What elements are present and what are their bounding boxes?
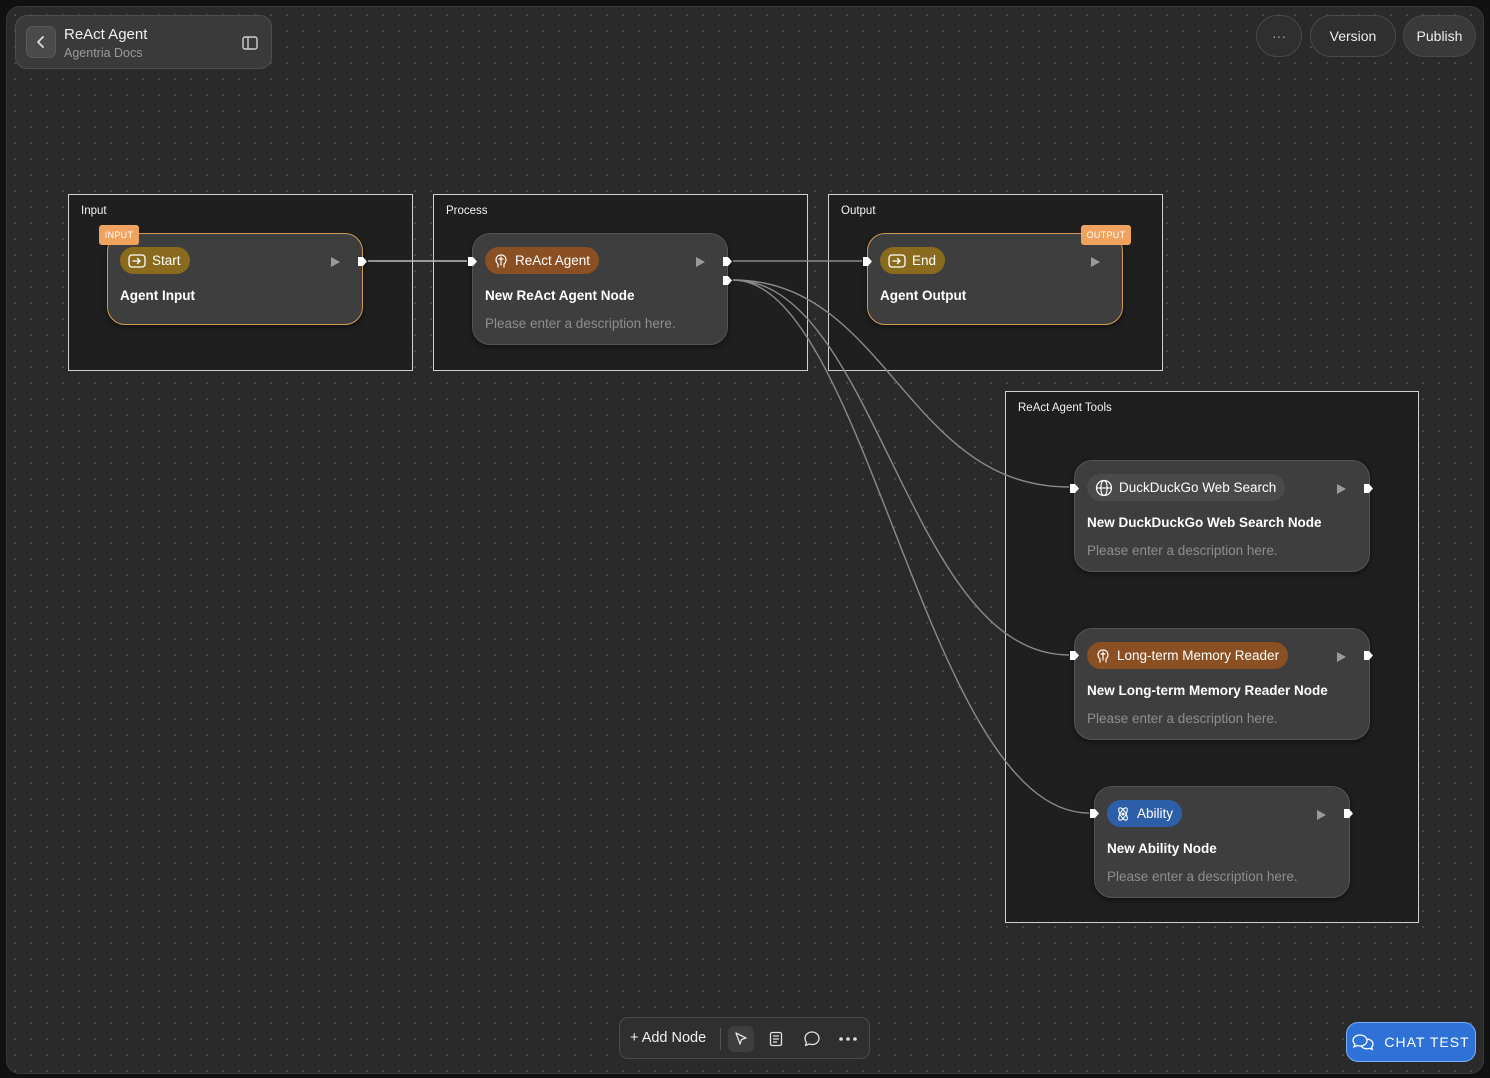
pill-label: Long-term Memory Reader: [1117, 648, 1280, 663]
node-react-agent[interactable]: ReAct Agent New ReAct Agent Node Please …: [472, 233, 728, 345]
node-duckduckgo-web-search[interactable]: DuckDuckGo Web Search New DuckDuckGo Web…: [1074, 460, 1370, 572]
tools-handle[interactable]: [722, 275, 733, 286]
node-title: New Ability Node: [1107, 841, 1217, 856]
chat-test-label: CHAT TEST: [1384, 1034, 1470, 1050]
node-type-pill: ReAct Agent: [485, 247, 600, 274]
node-title: New DuckDuckGo Web Search Node: [1087, 515, 1322, 530]
node-description: Please enter a description here.: [1087, 711, 1278, 726]
globe-icon: [1095, 479, 1113, 496]
output-handle[interactable]: [1363, 483, 1374, 494]
pointer-tool-button[interactable]: [728, 1026, 754, 1052]
node-type-pill: Start: [120, 247, 190, 274]
node-title: Agent Input: [120, 288, 195, 303]
pill-label: Start: [152, 253, 181, 268]
cursor-icon: [735, 1032, 747, 1045]
node-long-term-memory-reader[interactable]: Long-term Memory Reader New Long-term Me…: [1074, 628, 1370, 740]
output-handle[interactable]: [1363, 650, 1374, 661]
node-type-pill: Ability: [1107, 800, 1183, 827]
pill-label: Ability: [1137, 806, 1174, 821]
node-description: Please enter a description here.: [1107, 869, 1298, 884]
input-handle[interactable]: [862, 256, 873, 267]
pill-label: ReAct Agent: [515, 253, 591, 268]
pill-label: DuckDuckGo Web Search: [1119, 480, 1277, 495]
play-icon[interactable]: [1317, 810, 1326, 820]
more-tools-button[interactable]: [835, 1026, 861, 1052]
input-handle[interactable]: [467, 256, 478, 267]
comment-icon: [804, 1031, 820, 1047]
chat-test-button[interactable]: CHAT TEST: [1346, 1022, 1476, 1062]
enter-icon: [128, 253, 146, 268]
brain-icon: [1097, 648, 1109, 663]
play-icon[interactable]: [331, 257, 340, 267]
node-title: Agent Output: [880, 288, 967, 303]
add-node-button[interactable]: + Add Node: [630, 1018, 706, 1058]
output-handle[interactable]: [357, 256, 368, 267]
input-handle[interactable]: [1069, 650, 1080, 661]
node-title: New Long-term Memory Reader Node: [1087, 683, 1328, 698]
node-start[interactable]: Start Agent Input: [107, 233, 363, 325]
note-tool-button[interactable]: [763, 1026, 789, 1052]
node-type-pill: DuckDuckGo Web Search: [1087, 474, 1286, 501]
output-handle[interactable]: [1343, 808, 1354, 819]
edge-react-to-memory: [732, 279, 1070, 656]
play-icon[interactable]: [1337, 484, 1346, 494]
play-icon[interactable]: [696, 257, 705, 267]
input-handle[interactable]: [1089, 808, 1100, 819]
node-ability[interactable]: Ability New Ability Node Please enter a …: [1094, 786, 1350, 898]
play-icon[interactable]: [1091, 257, 1100, 267]
output-tag: OUTPUT: [1081, 225, 1131, 245]
comment-tool-button[interactable]: [799, 1026, 825, 1052]
bottom-toolbar: + Add Node: [619, 1017, 870, 1059]
node-type-pill: Long-term Memory Reader: [1087, 642, 1289, 669]
workflow-canvas[interactable]: ReAct Agent Agentria Docs ··· Version Pu…: [6, 6, 1484, 1074]
toolbar-divider: [720, 1028, 721, 1050]
input-tag: INPUT: [99, 225, 139, 245]
brain-icon: [495, 253, 507, 268]
chat-bubbles-icon: [1352, 1034, 1375, 1051]
node-description: Please enter a description here.: [1087, 543, 1278, 558]
node-description: Please enter a description here.: [485, 316, 676, 331]
pill-label: End: [912, 253, 937, 268]
output-handle[interactable]: [722, 256, 733, 267]
edge-react-to-ability: [732, 279, 1090, 814]
input-handle[interactable]: [1069, 483, 1080, 494]
play-icon[interactable]: [1337, 652, 1346, 662]
atom-icon: [1118, 806, 1128, 821]
node-type-pill: End: [880, 247, 946, 274]
document-icon: [769, 1031, 783, 1047]
exit-icon: [888, 253, 906, 268]
node-title: New ReAct Agent Node: [485, 288, 635, 303]
more-horizontal-icon: [839, 1037, 857, 1041]
node-end[interactable]: End Agent Output: [867, 233, 1123, 325]
